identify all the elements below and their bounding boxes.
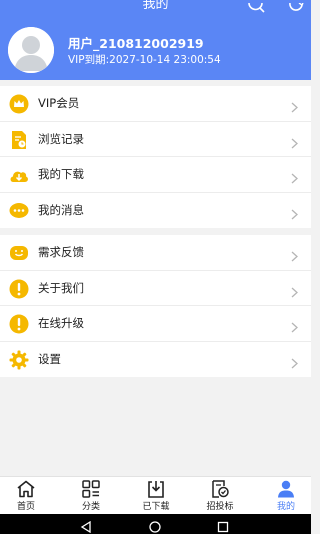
username: 用户_210812002919 [68,36,204,51]
home-icon [16,480,36,498]
chevron-right-icon [291,318,298,333]
menu-label: 我的下载 [38,167,84,181]
menu-item-upgrade[interactable]: 在线升级 [0,306,311,342]
menu-item-history[interactable]: 浏览记录 [0,122,311,157]
system-nav-bar [0,514,311,534]
tab-label: 招投标 [206,502,234,512]
bottom-tab-bar: 首页 分类 已下载 招投标 我的 [0,476,311,514]
menu-label: 设置 [38,351,61,366]
category-icon [81,480,101,498]
menu-item-feedback[interactable]: 需求反馈 [0,235,311,271]
message-icon [9,201,29,221]
tab-mine[interactable]: 我的 [255,477,317,515]
avatar[interactable] [8,27,54,73]
history-icon [9,130,29,150]
chevron-right-icon [291,134,298,148]
tab-label: 首页 [16,502,35,512]
bidding-icon [210,480,230,498]
recents-icon[interactable] [217,518,229,533]
menu-label: 我的消息 [38,202,84,217]
chevron-right-icon [291,354,298,368]
menu-group-account: VIP会员 浏览记录 我的下载 我的消息 [0,86,311,228]
menu-item-settings[interactable]: 设置 [0,342,311,378]
menu-group-app: 需求反馈 关于我们 在线升级 设置 [0,235,311,377]
chevron-right-icon [291,205,298,219]
download-icon [9,165,29,185]
chevron-right-icon [291,169,298,184]
tab-home[interactable]: 首页 [0,477,57,515]
chevron-right-icon [291,247,298,262]
menu-label: 浏览记录 [38,131,84,146]
downloaded-icon [146,480,166,498]
tab-label: 我的 [276,502,295,512]
feedback-icon [9,243,29,263]
menu-item-vip[interactable]: VIP会员 [0,86,311,122]
tab-category[interactable]: 分类 [60,477,122,515]
menu-label: VIP会员 [38,96,80,110]
tab-downloaded[interactable]: 已下载 [125,477,187,515]
tab-bidding[interactable]: 招投标 [189,477,251,515]
back-icon[interactable] [80,518,92,534]
menu-item-about[interactable]: 关于我们 [0,271,311,306]
gear-icon [9,350,29,370]
menu-label: 关于我们 [38,280,84,295]
vip-expiry: VIP到期:2027-10-14 23:00:54 [68,54,221,66]
home-circle-icon[interactable] [149,518,161,533]
search-icon[interactable] [247,0,265,19]
tab-label: 分类 [81,502,100,512]
refresh-icon[interactable] [288,0,304,19]
chevron-right-icon [291,283,298,297]
chevron-right-icon [291,98,298,113]
upgrade-icon [9,314,29,334]
menu-item-downloads[interactable]: 我的下载 [0,157,311,193]
tab-label: 已下载 [142,502,170,512]
menu-label: 在线升级 [38,316,84,330]
menu-label: 需求反馈 [38,245,84,259]
default-avatar-icon [8,27,54,73]
user-icon [276,480,296,498]
menu-item-messages[interactable]: 我的消息 [0,193,311,229]
profile-header: 我的 用户_210812002919 VIP到期:2027-10-14 23:0… [0,0,311,80]
crown-icon [9,94,29,114]
info-icon [9,279,29,299]
